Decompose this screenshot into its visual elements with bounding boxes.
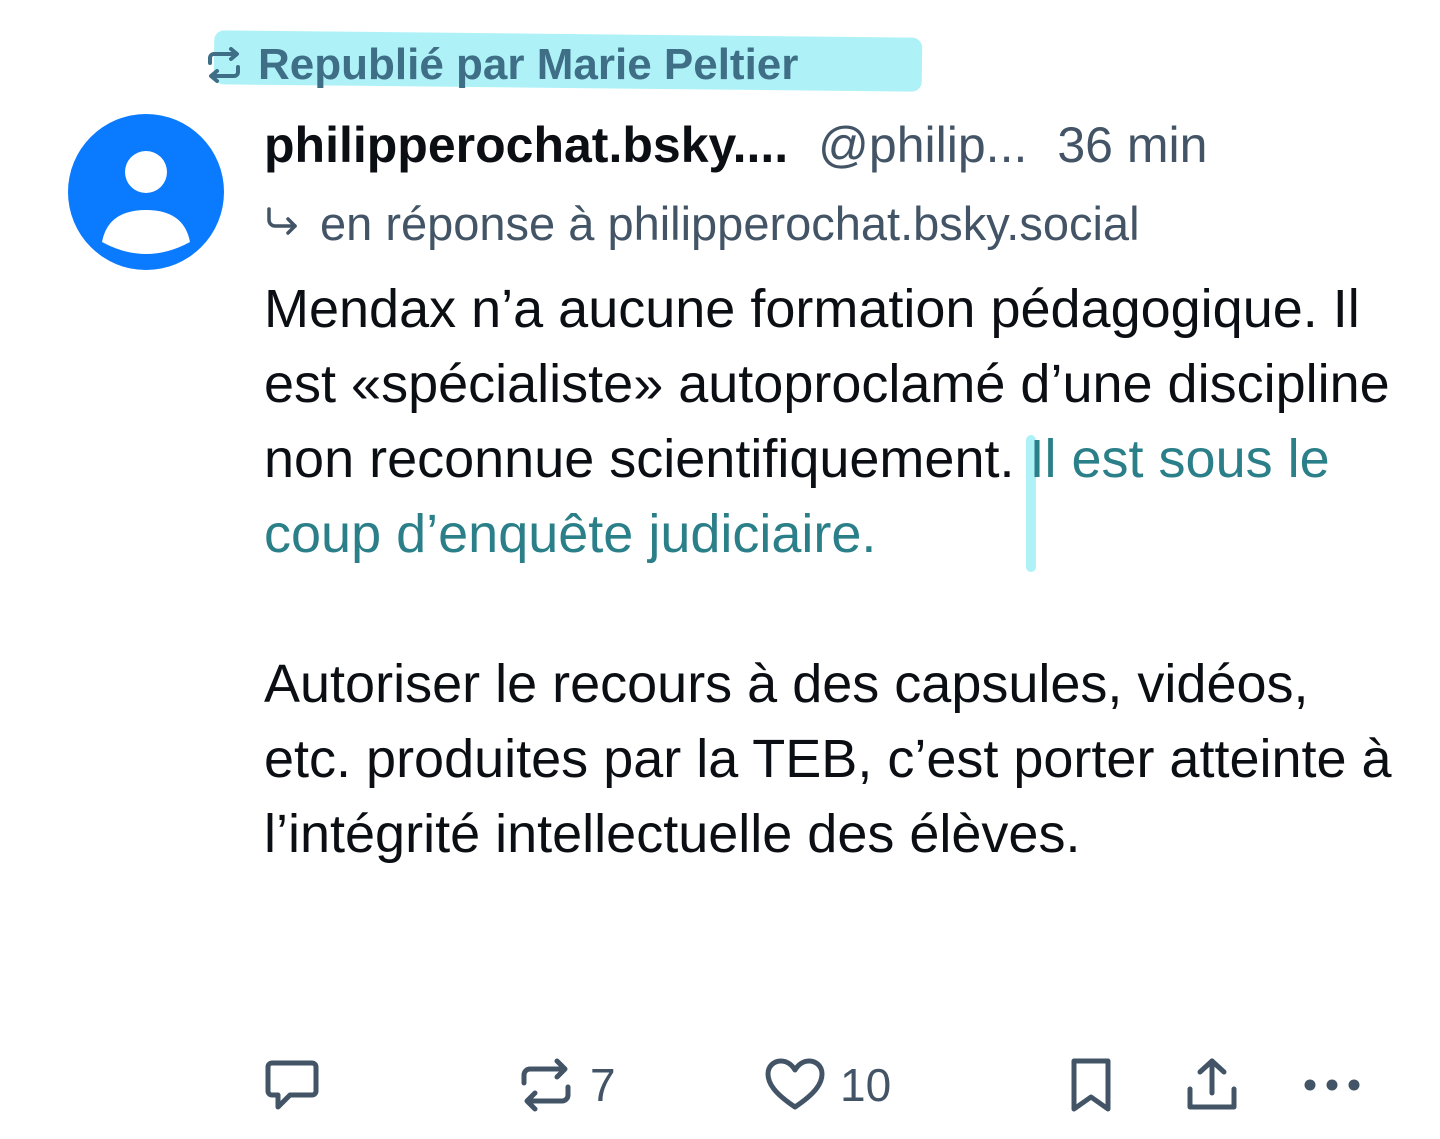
post-paragraph-2: Autoriser le recours à des capsules, vid… — [264, 654, 1392, 864]
heart-icon — [764, 1057, 826, 1113]
reply-context[interactable]: en réponse à philipperochat.bsky.social — [264, 196, 1140, 251]
bookmark-icon — [1066, 1055, 1116, 1115]
post-body: Mendax n’a aucune formation pédagogique.… — [264, 272, 1404, 872]
post-actions-bar: 7 10 — [262, 1052, 1372, 1118]
reply-context-label[interactable]: en réponse à philipperochat.bsky.social — [320, 196, 1140, 251]
reply-arrow-icon — [264, 196, 300, 251]
post-paragraph-1: Mendax n’a aucune formation pédagogique.… — [264, 272, 1404, 572]
reposted-by-label[interactable]: Republié par Marie Peltier — [258, 40, 798, 90]
author-display-name[interactable]: philipperochat.bsky.... — [264, 116, 788, 174]
repost-count: 7 — [590, 1059, 616, 1111]
repost-icon — [516, 1057, 576, 1113]
bookmark-button[interactable] — [1066, 1052, 1116, 1118]
like-count: 10 — [840, 1059, 892, 1111]
more-options-button[interactable] — [1302, 1052, 1362, 1118]
repost-icon — [204, 47, 244, 83]
more-dots-icon — [1302, 1075, 1362, 1095]
post-timestamp[interactable]: 36 min — [1057, 116, 1207, 174]
like-button[interactable]: 10 — [764, 1052, 891, 1118]
reposted-by-row[interactable]: Republié par Marie Peltier — [204, 40, 798, 90]
author-handle[interactable]: @philip... — [818, 116, 1027, 174]
avatar[interactable] — [68, 114, 224, 270]
repost-button[interactable]: 7 — [516, 1052, 616, 1118]
post-header: philipperochat.bsky.... @philip... 36 mi… — [264, 116, 1394, 180]
default-user-avatar-icon — [102, 151, 190, 254]
share-icon — [1184, 1055, 1240, 1115]
comment-icon — [262, 1055, 322, 1115]
post-card[interactable]: Republié par Marie Peltier philipperocha… — [0, 0, 1440, 1139]
share-button[interactable] — [1184, 1052, 1240, 1118]
reply-button[interactable] — [262, 1052, 322, 1118]
